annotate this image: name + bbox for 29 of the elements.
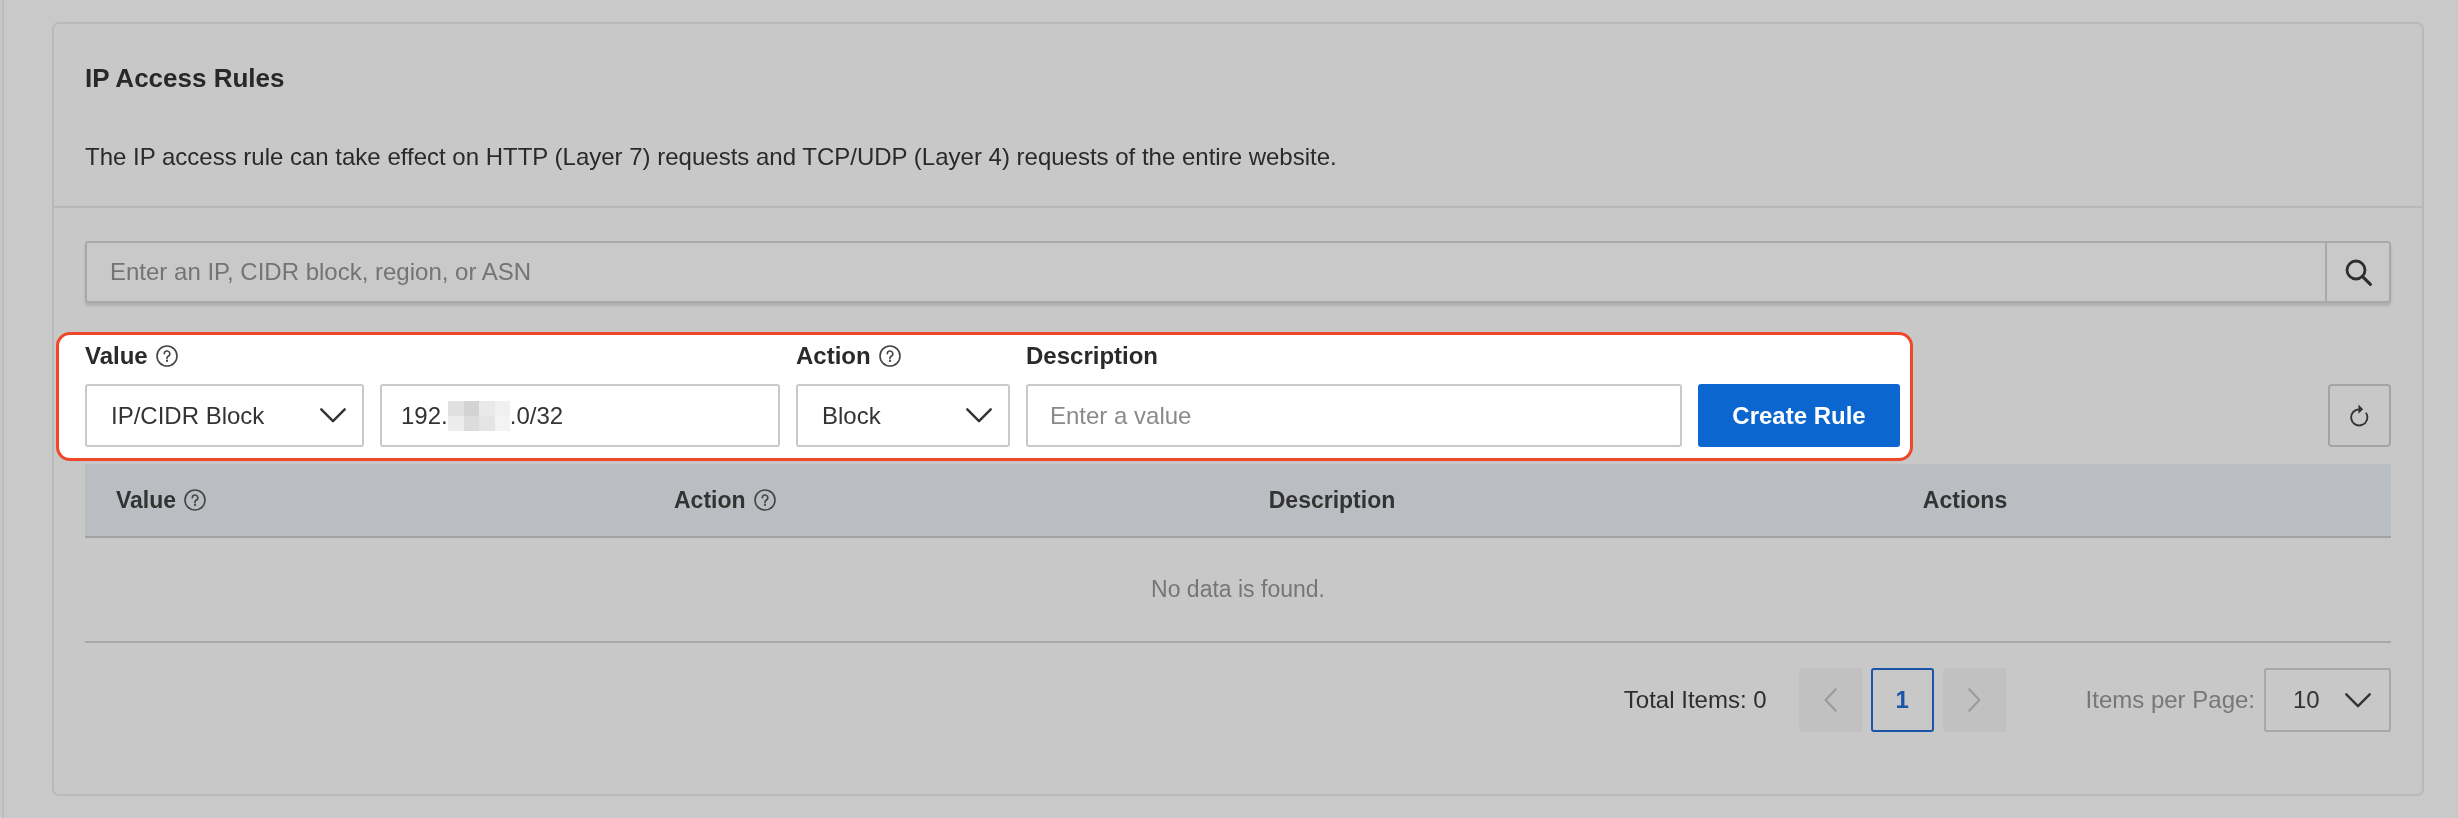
refresh-icon	[2350, 404, 2369, 427]
field-label: Value	[85, 342, 148, 370]
dropdown[interactable]: Block	[796, 384, 1010, 447]
field-label: Description	[1026, 342, 1159, 370]
search-field[interactable]: Enter an IP, CIDR block, region, or ASN	[85, 241, 2325, 303]
empty-message: No data is found.	[1151, 576, 1325, 603]
column-header: Actions	[1922, 486, 2008, 514]
chevron-right-icon	[1967, 688, 1981, 712]
search-button[interactable]	[2325, 241, 2391, 303]
chevron-down-icon	[966, 408, 992, 423]
column-header: Description	[1268, 486, 1396, 514]
chevron-down-icon	[320, 408, 346, 423]
column-header: Action	[674, 486, 746, 514]
column-header: Value	[116, 486, 177, 514]
text-field[interactable]: Enter a value	[1026, 384, 1682, 447]
text-field[interactable]: 192. .0/32	[380, 384, 780, 447]
create-rule-button[interactable]: Create Rule	[1698, 384, 1900, 447]
panel-title: IP Access Rules	[85, 63, 286, 93]
page-size-dropdown[interactable]: 10	[2264, 668, 2391, 732]
search-icon	[2344, 258, 2372, 286]
chevron-left-icon	[1823, 688, 1837, 712]
panel-description: The IP access rule can take effect on HTTP (Layer 7) requests and TCP/UDP (Layer 4) requests of the entire website.	[85, 143, 1338, 171]
field-label: Action	[796, 342, 871, 370]
page-size-label: Items per Page:	[2085, 686, 2255, 714]
page-button[interactable]: 1	[1870, 668, 1934, 732]
refresh-button[interactable]	[2328, 384, 2391, 447]
chevron-down-icon	[2345, 692, 2371, 708]
total-count: Total Items: 0	[1623, 686, 1767, 714]
dropdown[interactable]: IP/CIDR Block	[85, 384, 364, 447]
